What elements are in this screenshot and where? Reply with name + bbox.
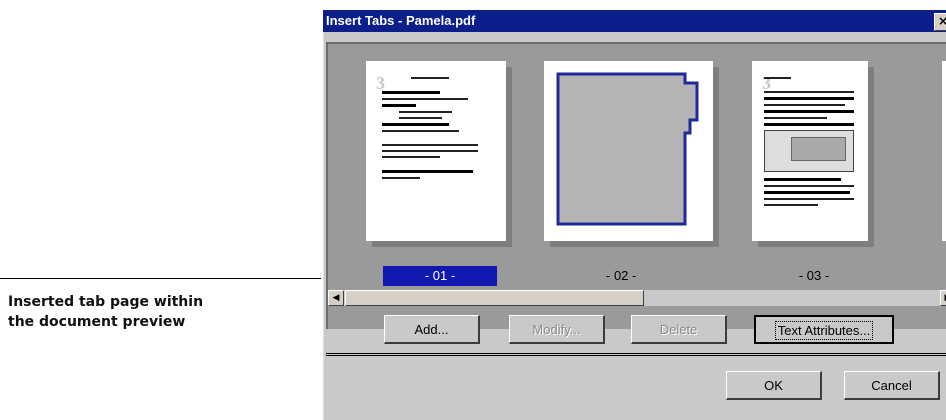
divider: [326, 355, 946, 356]
divider: [326, 353, 946, 354]
text-attributes-label: Text Attributes...: [774, 321, 874, 340]
page-label-02[interactable]: - 02 -: [606, 266, 656, 286]
horizontal-scrollbar[interactable]: ◀ ▶: [328, 290, 946, 306]
page-text-lines: [382, 77, 478, 183]
page-label-03[interactable]: - 03 -: [794, 266, 834, 286]
ok-button[interactable]: OK: [726, 371, 822, 400]
insert-tabs-dialog: Insert Tabs - Pamela.pdf × 3 3 - 01 - - …: [321, 10, 946, 420]
callout-label: Inserted tab page within the document pr…: [8, 292, 203, 332]
document-preview[interactable]: 3 3 - 01 - - 02 - - 03 -: [326, 42, 946, 329]
scroll-left-icon[interactable]: ◀: [328, 290, 344, 306]
page-text-lines: [764, 77, 854, 210]
dialog-title: Insert Tabs - Pamela.pdf: [326, 13, 476, 28]
callout-leader-line: [0, 278, 326, 279]
modify-button[interactable]: Modify...: [509, 315, 605, 344]
callout-label-line-1: Inserted tab page within: [8, 294, 204, 310]
page-screenshot-figure: [764, 130, 854, 172]
dialog-titlebar[interactable]: Insert Tabs - Pamela.pdf ×: [323, 10, 946, 32]
page-thumbnail-03[interactable]: 3: [752, 61, 868, 241]
delete-button[interactable]: Delete: [631, 315, 727, 344]
scrollbar-thumb[interactable]: [345, 290, 644, 306]
add-button[interactable]: Add...: [384, 315, 480, 344]
tab-page-outline-icon: [556, 72, 699, 226]
page-thumbnail-01[interactable]: 3: [366, 61, 506, 241]
text-attributes-button[interactable]: Text Attributes...: [754, 315, 894, 344]
scroll-right-icon[interactable]: ▶: [940, 290, 946, 306]
callout-label-line-2: the document preview: [8, 314, 186, 330]
page-label-01[interactable]: - 01 -: [383, 266, 497, 286]
page-thumbnail-02-tab[interactable]: [544, 61, 713, 241]
page-thumbnail-04-partial[interactable]: [942, 61, 946, 241]
cancel-button[interactable]: Cancel: [844, 371, 940, 400]
close-icon[interactable]: ×: [934, 13, 946, 31]
